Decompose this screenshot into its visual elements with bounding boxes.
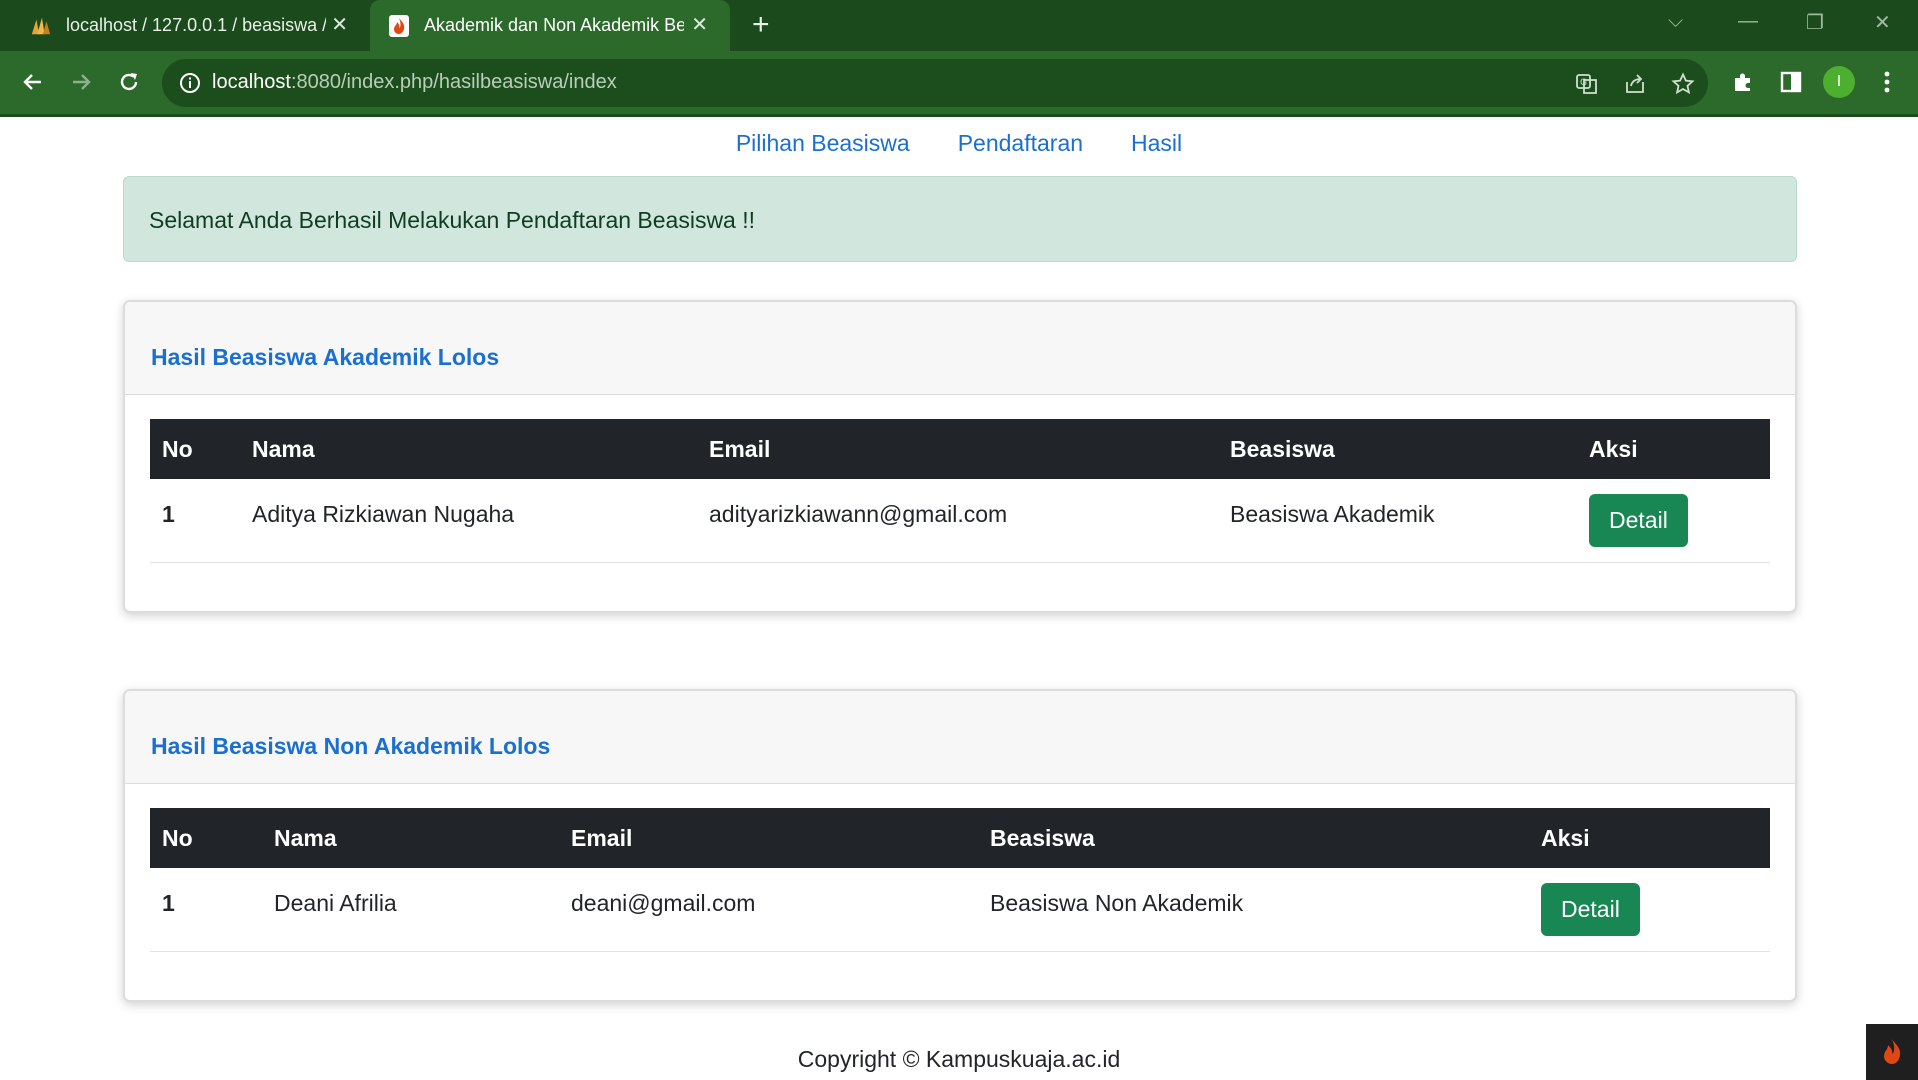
profile-avatar[interactable]: I — [1823, 66, 1855, 98]
extensions-icon[interactable] — [1728, 67, 1758, 97]
card-title: Hasil Beasiswa Akademik Lolos — [151, 344, 500, 370]
window-close-icon[interactable]: ✕ — [1874, 10, 1891, 35]
table-header-row: No Nama Email Beasiswa Aksi — [150, 808, 1770, 868]
card-body: No Nama Email Beasiswa Aksi 1 Deani Afri… — [125, 784, 1795, 1000]
reload-icon[interactable] — [112, 65, 146, 99]
column-header-aksi: Aksi — [1589, 435, 1638, 462]
close-icon[interactable]: ✕ — [331, 12, 348, 37]
cell-no: 1 — [162, 890, 175, 916]
tab-phpmyadmin[interactable]: localhost / 127.0.0.1 / beasiswa / ✕ — [0, 0, 370, 51]
nav-link-pendaftaran[interactable]: Pendaftaran — [958, 130, 1083, 157]
table-header-row: No Nama Email Beasiswa Aksi — [150, 419, 1770, 479]
url-path: :8080/index.php/hasilbeasiswa/index — [290, 71, 617, 93]
card-body: No Nama Email Beasiswa Aksi 1 Aditya Riz… — [125, 395, 1795, 611]
card-title: Hasil Beasiswa Non Akademik Lolos — [151, 733, 551, 759]
share-icon[interactable] — [1622, 71, 1648, 97]
cell-nama: Aditya Rizkiawan Nugaha — [252, 501, 515, 527]
cell-email: deani@gmail.com — [571, 890, 756, 916]
url-text: localhost:8080/index.php/hasilbeasiswa/i… — [212, 71, 617, 94]
tab-title: Akademik dan Non Akademik Be — [424, 15, 684, 35]
url-host: localhost — [212, 71, 291, 93]
back-icon[interactable] — [16, 65, 50, 99]
column-header-nama: Nama — [274, 824, 337, 851]
tab-title: localhost / 127.0.0.1 / beasiswa / — [66, 15, 326, 35]
column-header-beasiswa: Beasiswa — [990, 824, 1095, 851]
phpmyadmin-icon — [30, 15, 52, 37]
minimize-icon[interactable]: — — [1738, 10, 1758, 33]
akademik-table: No Nama Email Beasiswa Aksi 1 Aditya Riz… — [150, 419, 1770, 563]
menu-kebab-icon[interactable] — [1872, 67, 1902, 97]
column-header-aksi: Aksi — [1541, 824, 1590, 851]
codeigniter-icon — [388, 14, 410, 37]
non-akademik-table: No Nama Email Beasiswa Aksi 1 Deani Afri… — [150, 808, 1770, 952]
tab-beasiswa[interactable]: Akademik dan Non Akademik Be ✕ — [370, 0, 730, 51]
nav-link-pilihan-beasiswa[interactable]: Pilihan Beasiswa — [736, 130, 910, 157]
bookmark-star-icon[interactable] — [1670, 71, 1696, 97]
svg-text:G: G — [1580, 78, 1587, 88]
cell-email: adityarizkiawann@gmail.com — [709, 501, 1008, 527]
browser-toolbar: localhost:8080/index.php/hasilbeasiswa/i… — [0, 51, 1918, 114]
side-panel-icon[interactable] — [1776, 67, 1806, 97]
cell-aksi: Detail — [1577, 479, 1770, 562]
site-info-icon[interactable] — [178, 71, 202, 100]
detail-button[interactable]: Detail — [1541, 883, 1640, 936]
browser-tab-strip: localhost / 127.0.0.1 / beasiswa / ✕ Aka… — [0, 0, 1918, 51]
footer-copyright: Copyright © Kampuskuaja.ac.id — [797, 1046, 1121, 1072]
table-row: 1 Deani Afrilia deani@gmail.com Beasiswa… — [150, 868, 1770, 951]
cell-beasiswa: Beasiswa Non Akademik — [990, 890, 1244, 916]
codeigniter-debug-toolbar-icon[interactable] — [1866, 1024, 1918, 1080]
new-tab-button[interactable]: + — [752, 8, 770, 42]
cell-beasiswa: Beasiswa Akademik — [1230, 501, 1435, 527]
address-bar[interactable]: localhost:8080/index.php/hasilbeasiswa/i… — [162, 59, 1708, 107]
card-hasil-akademik: Hasil Beasiswa Akademik Lolos No Nama Em… — [123, 300, 1797, 613]
close-icon[interactable]: ✕ — [691, 12, 708, 37]
nav-link-hasil[interactable]: Hasil — [1131, 130, 1182, 157]
cell-nama: Deani Afrilia — [274, 890, 397, 916]
success-alert: Selamat Anda Berhasil Melakukan Pendafta… — [123, 176, 1797, 262]
page-navbar: Pilihan Beasiswa Pendaftaran Hasil — [0, 130, 1918, 157]
column-header-email: Email — [709, 435, 771, 462]
card-hasil-non-akademik: Hasil Beasiswa Non Akademik Lolos No Nam… — [123, 689, 1797, 1002]
cell-aksi: Detail — [1529, 868, 1770, 951]
translate-icon[interactable]: G — [1574, 71, 1600, 97]
detail-button[interactable]: Detail — [1589, 494, 1688, 547]
column-header-no: No — [162, 435, 193, 462]
alert-message: Selamat Anda Berhasil Melakukan Pendafta… — [149, 207, 756, 233]
cell-no: 1 — [162, 501, 175, 527]
column-header-no: No — [162, 824, 193, 851]
table-row: 1 Aditya Rizkiawan Nugaha adityarizkiawa… — [150, 479, 1770, 562]
card-header: Hasil Beasiswa Akademik Lolos — [125, 302, 1795, 395]
column-header-nama: Nama — [252, 435, 315, 462]
column-header-email: Email — [571, 824, 633, 851]
card-header: Hasil Beasiswa Non Akademik Lolos — [125, 691, 1795, 784]
forward-icon[interactable] — [64, 65, 98, 99]
toolbar-divider — [0, 114, 1918, 117]
restore-icon[interactable]: ❐ — [1806, 10, 1824, 35]
tab-search-icon[interactable]: ⌵ — [1668, 10, 1683, 33]
column-header-beasiswa: Beasiswa — [1230, 435, 1335, 462]
